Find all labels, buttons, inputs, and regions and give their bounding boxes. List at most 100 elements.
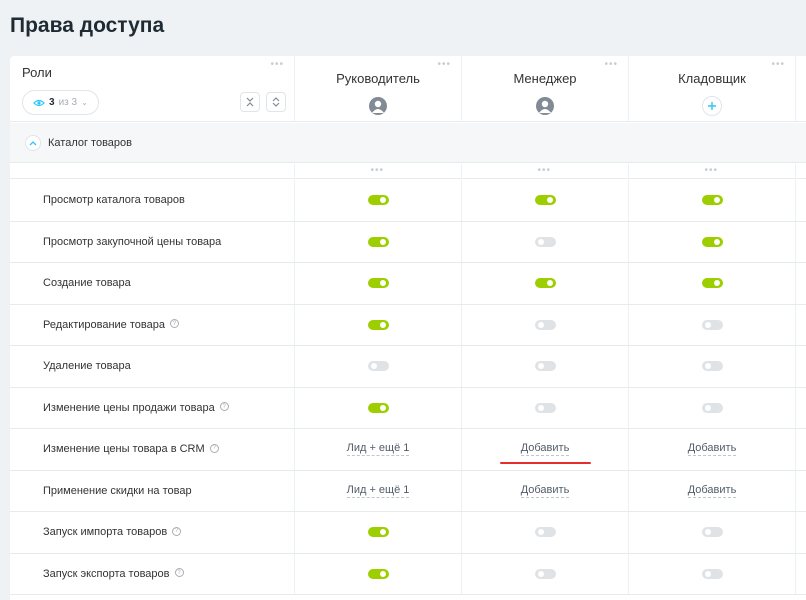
permission-toggle-on[interactable] <box>701 236 723 247</box>
role-column-header: ••• Менеджер <box>462 56 629 122</box>
permission-value-cell-partial <box>796 180 806 221</box>
toggle-knob <box>537 529 544 536</box>
section-collapse-button[interactable] <box>25 134 41 151</box>
roles-label: Роли <box>22 65 52 80</box>
permission-value-cell <box>295 553 462 594</box>
permission-label: Удаление товара <box>43 360 131 373</box>
toggle-knob <box>370 363 377 370</box>
chevron-down-icon: ⌄ <box>81 98 88 107</box>
toggle-knob <box>713 280 720 287</box>
permission-toggle-off[interactable] <box>701 361 723 372</box>
toggle-knob <box>546 197 553 204</box>
page-title: Права доступа <box>10 14 165 37</box>
column-menu-icon[interactable]: ••• <box>604 60 618 70</box>
permission-value-cell <box>629 553 796 594</box>
permission-toggle-on[interactable] <box>534 278 556 289</box>
permission-toggle-on[interactable] <box>367 236 389 247</box>
permission-value-cell: Добавить <box>629 470 796 511</box>
permission-label: Запуск экспорта товаров <box>43 567 170 580</box>
toggle-knob <box>379 404 386 411</box>
permission-row: Запуск экспорта товаров? <box>10 553 806 595</box>
eye-icon <box>33 99 45 106</box>
permission-access-link[interactable]: Добавить <box>520 484 570 498</box>
permission-value-cell <box>295 512 462 553</box>
column-menu-icon[interactable]: ••• <box>771 60 785 70</box>
permission-value-cell: Добавить <box>629 429 796 470</box>
permission-access-link[interactable]: Добавить <box>687 484 737 498</box>
permission-row: Создание товара <box>10 263 806 305</box>
roles-filter-button[interactable]: 3 из 3 ⌄ <box>22 90 99 115</box>
permission-toggle-on[interactable] <box>367 402 389 413</box>
help-icon[interactable]: ? <box>174 568 184 578</box>
column-menu-icon[interactable]: ••• <box>270 60 284 70</box>
permission-toggle-on[interactable] <box>367 568 389 579</box>
section-header[interactable]: Каталог товаров <box>10 123 806 163</box>
permission-value-cell <box>295 304 462 345</box>
toggle-knob <box>379 238 386 245</box>
permission-row: Изменение цены товара в CRM? Лид + ещё 1 Д… <box>10 429 806 471</box>
permission-label-cell: Применение скидки на товар <box>10 470 295 511</box>
column-menu-icon[interactable]: ••• <box>437 60 451 70</box>
permission-toggle-off[interactable] <box>534 361 556 372</box>
permission-toggle-on[interactable] <box>701 278 723 289</box>
permission-toggle-on[interactable] <box>367 278 389 289</box>
toggle-knob <box>379 529 386 536</box>
permission-value-cell <box>462 346 629 387</box>
permission-toggle-on[interactable] <box>701 195 723 206</box>
toggle-knob <box>704 321 711 328</box>
add-user-button[interactable] <box>702 96 722 116</box>
help-icon[interactable]: ? <box>219 402 229 412</box>
permission-access-link[interactable]: Лид + ещё 1 <box>346 442 410 457</box>
permission-toggle-on[interactable] <box>367 527 389 538</box>
section-spacer-row: ••• ••• ••• <box>10 164 806 179</box>
permission-access-link[interactable]: Добавить <box>520 442 570 457</box>
permission-access-link[interactable]: Добавить <box>687 442 737 457</box>
help-icon[interactable]: ? <box>209 443 219 453</box>
permission-row: Редактирование товара? <box>10 304 806 346</box>
permission-value-cell <box>462 304 629 345</box>
column-menu-icon[interactable]: ••• <box>370 166 384 176</box>
permission-value-cell <box>629 346 796 387</box>
permission-toggle-on[interactable] <box>534 195 556 206</box>
permission-toggle-off[interactable] <box>534 527 556 538</box>
roles-header-cell: ••• Роли 3 из 3 ⌄ <box>10 56 295 122</box>
help-icon[interactable]: ? <box>169 319 179 329</box>
permission-toggle-off[interactable] <box>534 402 556 413</box>
permission-label: Изменение цены товара в CRM <box>43 443 205 456</box>
permission-access-link[interactable]: Лид + ещё 1 <box>346 484 410 498</box>
column-menu-icon[interactable]: ••• <box>704 166 718 176</box>
permission-toggle-on[interactable] <box>367 319 389 330</box>
permission-toggle-off[interactable] <box>701 527 723 538</box>
permission-row: Удаление товара <box>10 346 806 388</box>
permission-label-cell: Изменение цены продажи товара? <box>10 387 295 428</box>
permission-toggle-on[interactable] <box>367 195 389 206</box>
help-icon[interactable]: ? <box>172 526 182 536</box>
permission-toggle-off[interactable] <box>367 361 389 372</box>
permission-value-cell <box>295 346 462 387</box>
toggle-knob <box>379 321 386 328</box>
expand-all-button[interactable] <box>266 92 286 112</box>
permission-toggle-off[interactable] <box>534 319 556 330</box>
plus-icon <box>708 102 716 110</box>
permission-value-cell <box>462 512 629 553</box>
permission-toggle-off[interactable] <box>701 568 723 579</box>
red-annotation-underline <box>500 462 591 464</box>
permission-label-cell: Редактирование товара? <box>10 304 295 345</box>
permission-value-cell <box>462 263 629 304</box>
toggle-knob <box>704 404 711 411</box>
column-menu-icon[interactable]: ••• <box>537 166 551 176</box>
collapse-all-button[interactable] <box>240 92 260 112</box>
permission-value-cell <box>629 221 796 262</box>
user-avatar-icon[interactable] <box>536 97 554 115</box>
permission-value-cell-partial <box>796 346 806 387</box>
permission-toggle-off[interactable] <box>701 319 723 330</box>
permission-toggle-off[interactable] <box>534 236 556 247</box>
toggle-knob <box>704 529 711 536</box>
user-avatar-icon[interactable] <box>369 97 387 115</box>
permission-label: Просмотр каталога товаров <box>43 194 185 207</box>
permission-label: Создание товара <box>43 277 131 290</box>
permissions-table: ••• Роли 3 из 3 ⌄ ••• Руководитель ••• М… <box>10 56 806 600</box>
role-column-header-partial <box>796 56 806 122</box>
permission-toggle-off[interactable] <box>701 402 723 413</box>
permission-toggle-off[interactable] <box>534 568 556 579</box>
